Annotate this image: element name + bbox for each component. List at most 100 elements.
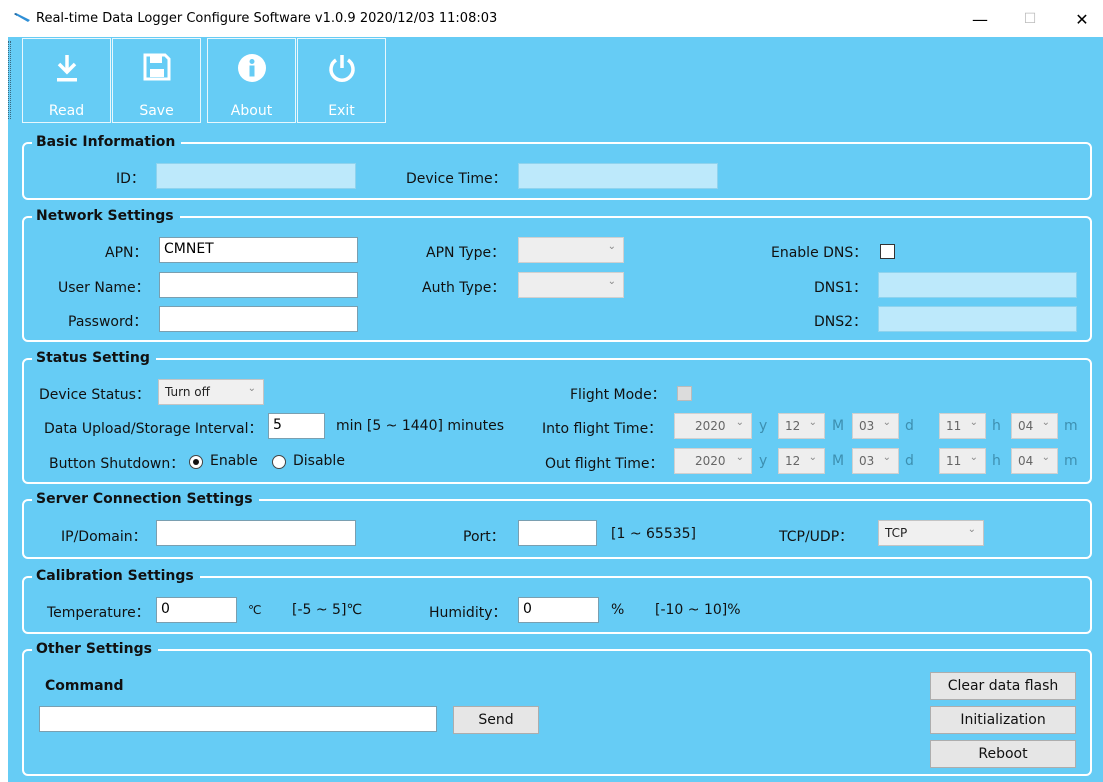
out-year-unit: y — [759, 453, 768, 469]
read-label: Read — [48, 103, 85, 119]
username-field[interactable] — [159, 272, 358, 298]
out-day-unit: d — [905, 453, 914, 469]
title-bar: Real-time Data Logger Configure Software… — [0, 0, 1103, 37]
save-icon — [143, 53, 170, 81]
exit-label: Exit — [328, 103, 355, 119]
into-minute-unit: m — [1064, 418, 1078, 434]
chevron-down-icon: ⌄ — [607, 276, 616, 287]
dns2-label: DNS2： — [814, 314, 868, 330]
out-day-value: 03 — [859, 454, 875, 468]
password-field[interactable] — [159, 306, 358, 332]
chevron-down-icon: ⌄ — [247, 383, 256, 394]
dns2-field[interactable] — [878, 306, 1077, 332]
device-time-label: Device Time： — [406, 171, 507, 187]
interval-field[interactable]: 5 — [268, 413, 325, 439]
about-button[interactable]: About — [207, 38, 296, 123]
into-hour-value: 11 — [946, 419, 962, 433]
out-year-select[interactable]: 2020 ⌄ — [674, 448, 752, 474]
command-field[interactable] — [39, 706, 437, 732]
minimize-button[interactable]: — — [962, 6, 998, 32]
power-icon — [328, 55, 355, 82]
exit-button[interactable]: Exit — [297, 38, 386, 123]
into-year-value: 2020 — [695, 419, 726, 433]
interval-label: Data Upload/Storage Interval： — [44, 421, 263, 437]
download-icon — [56, 55, 77, 82]
initialization-button[interactable]: Initialization — [930, 706, 1076, 734]
apn-field[interactable]: CMNET — [159, 237, 358, 263]
protocol-select[interactable]: TCP ⌄ — [878, 520, 984, 546]
info-icon — [237, 54, 266, 82]
dns1-field[interactable] — [878, 272, 1077, 298]
calibration-title: Calibration Settings — [32, 568, 200, 584]
into-year-select[interactable]: 2020 ⌄ — [674, 413, 752, 439]
shutdown-enable-label[interactable]: Enable — [210, 453, 258, 469]
temperature-hint: [-5 ~ 5]℃ — [292, 602, 363, 618]
basic-info-title: Basic Information — [32, 134, 182, 150]
apn-type-select[interactable]: ⌄ — [518, 237, 624, 263]
out-hour-select[interactable]: 11 ⌄ — [939, 448, 986, 474]
read-button[interactable]: Read — [22, 38, 111, 123]
chevron-down-icon: ⌄ — [735, 417, 744, 428]
password-label: Password： — [68, 314, 148, 330]
maximize-icon: ☐ — [1023, 11, 1037, 27]
minimize-icon: — — [972, 9, 988, 29]
clear-data-flash-button[interactable]: Clear data flash — [930, 672, 1076, 700]
apn-type-label: APN Type： — [426, 245, 506, 261]
device-status-select[interactable]: Turn off ⌄ — [158, 379, 264, 405]
into-flight-label: Into flight Time： — [542, 421, 663, 437]
ip-domain-field[interactable] — [156, 520, 356, 546]
temperature-field[interactable]: 0 — [156, 597, 237, 623]
other-settings-title: Other Settings — [32, 641, 158, 657]
into-minute-value: 04 — [1018, 419, 1034, 433]
into-day-unit: d — [905, 418, 914, 434]
dns1-label: DNS1： — [814, 280, 868, 296]
out-minute-select[interactable]: 04 ⌄ — [1011, 448, 1058, 474]
port-field[interactable] — [518, 520, 597, 546]
humidity-unit: % — [611, 602, 625, 618]
device-time-field[interactable] — [518, 163, 718, 189]
into-day-select[interactable]: 03 ⌄ — [852, 413, 899, 439]
protocol-label: TCP/UDP： — [779, 529, 854, 545]
out-month-value: 12 — [785, 454, 801, 468]
chevron-down-icon: ⌄ — [969, 417, 978, 428]
auth-type-select[interactable]: ⌄ — [518, 272, 624, 298]
shutdown-enable-radio[interactable] — [189, 455, 203, 469]
into-day-value: 03 — [859, 419, 875, 433]
out-month-select[interactable]: 12 ⌄ — [778, 448, 825, 474]
into-hour-select[interactable]: 11 ⌄ — [939, 413, 986, 439]
reboot-button[interactable]: Reboot — [930, 740, 1076, 768]
flight-mode-checkbox[interactable] — [677, 386, 692, 401]
network-settings-title: Network Settings — [32, 208, 180, 224]
about-label: About — [230, 103, 273, 119]
chevron-down-icon: ⌄ — [1041, 417, 1050, 428]
device-status-value: Turn off — [165, 385, 210, 399]
shutdown-disable-radio[interactable] — [272, 455, 286, 469]
chevron-down-icon: ⌄ — [882, 417, 891, 428]
out-day-select[interactable]: 03 ⌄ — [852, 448, 899, 474]
shutdown-disable-label[interactable]: Disable — [293, 453, 345, 469]
humidity-field[interactable]: 0 — [518, 597, 599, 623]
close-button[interactable]: ✕ — [1064, 6, 1100, 32]
into-hour-unit: h — [992, 418, 1001, 434]
humidity-hint: [-10 ~ 10]% — [655, 602, 741, 618]
send-button[interactable]: Send — [453, 706, 539, 734]
chevron-down-icon: ⌄ — [808, 417, 817, 428]
toolbar-grip[interactable] — [8, 41, 11, 119]
id-field[interactable] — [156, 163, 356, 189]
port-hint: [1 ~ 65535] — [611, 526, 696, 542]
id-label: ID： — [116, 171, 145, 187]
chevron-down-icon: ⌄ — [607, 241, 616, 252]
chevron-down-icon: ⌄ — [808, 452, 817, 463]
port-label: Port： — [463, 529, 505, 545]
out-minute-value: 04 — [1018, 454, 1034, 468]
maximize-button[interactable]: ☐ — [1012, 6, 1048, 32]
ip-domain-label: IP/Domain： — [61, 529, 147, 545]
command-label: Command — [45, 678, 124, 694]
into-year-unit: y — [759, 418, 768, 434]
save-button[interactable]: Save — [112, 38, 201, 123]
enable-dns-checkbox[interactable] — [880, 244, 895, 259]
into-month-select[interactable]: 12 ⌄ — [778, 413, 825, 439]
out-minute-unit: m — [1064, 453, 1078, 469]
into-minute-select[interactable]: 04 ⌄ — [1011, 413, 1058, 439]
humidity-label: Humidity： — [429, 605, 507, 621]
